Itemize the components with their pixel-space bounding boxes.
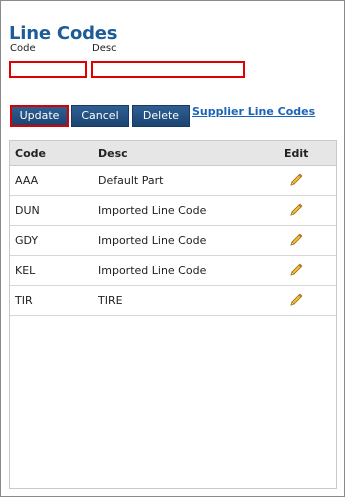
row-desc: Imported Line Code — [98, 234, 207, 247]
row-code: KEL — [15, 264, 36, 277]
table-header: Code Desc Edit — [10, 141, 336, 166]
row-code: DUN — [15, 204, 40, 217]
code-input[interactable] — [9, 61, 87, 78]
line-codes-panel: Line Codes Code Desc Update Cancel Delet… — [0, 0, 345, 497]
delete-button[interactable]: Delete — [132, 105, 190, 127]
header-desc: Desc — [98, 147, 128, 160]
table-row: TIR TIRE — [10, 286, 336, 316]
pencil-icon[interactable] — [288, 202, 304, 218]
pencil-icon[interactable] — [288, 262, 304, 278]
row-desc: Default Part — [98, 174, 164, 187]
header-edit: Edit — [284, 147, 309, 160]
table-row: GDY Imported Line Code — [10, 226, 336, 256]
page-title: Line Codes — [9, 23, 118, 44]
table-row: DUN Imported Line Code — [10, 196, 336, 226]
row-code: GDY — [15, 234, 39, 247]
supplier-line-codes-link[interactable]: Supplier Line Codes — [192, 105, 315, 118]
row-desc: Imported Line Code — [98, 204, 207, 217]
table-row: AAA Default Part — [10, 166, 336, 196]
pencil-icon[interactable] — [288, 172, 304, 188]
update-button[interactable]: Update — [10, 105, 69, 127]
header-code: Code — [15, 147, 46, 160]
cancel-button[interactable]: Cancel — [71, 105, 129, 127]
pencil-icon[interactable] — [288, 292, 304, 308]
desc-input[interactable] — [91, 61, 245, 78]
table-row: KEL Imported Line Code — [10, 256, 336, 286]
row-desc: TIRE — [98, 294, 123, 307]
desc-label: Desc — [92, 43, 117, 54]
line-codes-table: Code Desc Edit AAA Default Part DUN Impo… — [9, 140, 337, 489]
pencil-icon[interactable] — [288, 232, 304, 248]
code-label: Code — [10, 43, 36, 54]
row-desc: Imported Line Code — [98, 264, 207, 277]
row-code: TIR — [15, 294, 33, 307]
row-code: AAA — [15, 174, 39, 187]
